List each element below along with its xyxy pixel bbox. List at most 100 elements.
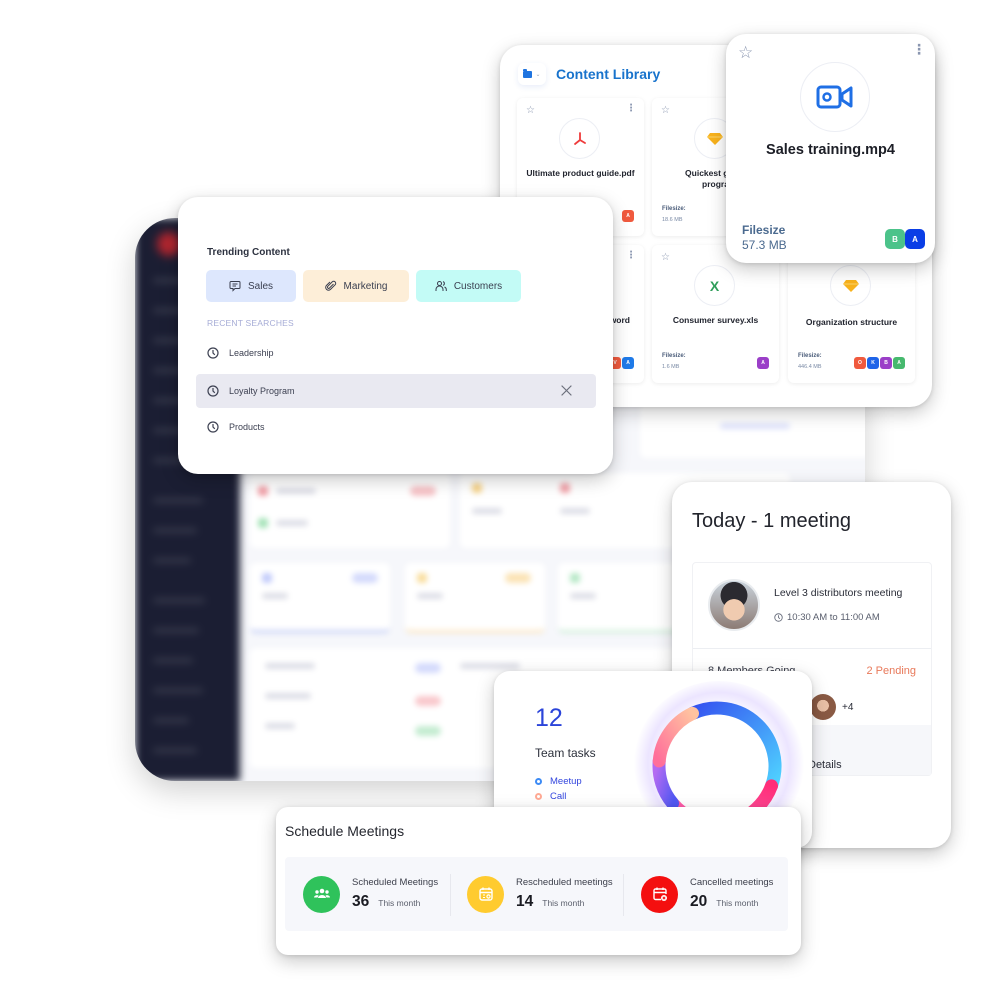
avatar-badge: B xyxy=(885,229,905,249)
recent-search-item[interactable]: Products xyxy=(196,410,596,444)
file-icon-container xyxy=(800,62,870,132)
clock-icon xyxy=(207,385,219,397)
paperclip-icon xyxy=(324,280,336,291)
stat-period: This month xyxy=(542,898,585,908)
filesize-value: 18.6 MB xyxy=(662,217,683,223)
legend-label: Meetup xyxy=(550,776,582,787)
stat-label: Scheduled Meetings xyxy=(352,877,439,888)
chip-label: Customers xyxy=(453,280,503,292)
task-count: 12 xyxy=(535,704,563,732)
close-icon[interactable] xyxy=(560,384,573,397)
more-vertical-icon[interactable]: ⋮ xyxy=(626,251,636,261)
video-camera-icon xyxy=(816,85,853,109)
schedule-title: Schedule Meetings xyxy=(285,823,405,839)
search-suggestions-panel: Trending Content Sales Marketing Custome… xyxy=(178,197,613,474)
stat-period: This month xyxy=(378,898,421,908)
file-icon-container xyxy=(830,265,871,306)
star-icon[interactable]: ☆ xyxy=(661,252,670,263)
recent-search-label: Products xyxy=(229,422,265,432)
chat-icon xyxy=(229,281,241,292)
file-icon-container xyxy=(559,118,600,159)
star-icon[interactable]: ☆ xyxy=(738,43,753,63)
meeting-time-text: 10:30 AM to 11:00 AM xyxy=(787,612,880,623)
stat-scheduled: Scheduled Meetings 36 This month xyxy=(303,857,438,931)
featured-file-card[interactable]: ☆ ⋮ Sales training.mp4 Filesize 57.3 MB … xyxy=(726,34,935,263)
calendar-cancel-icon xyxy=(652,887,667,901)
member-avatar xyxy=(810,694,836,720)
file-card[interactable]: ☆ X Consumer survey.xls Filesize: 1.6 MB… xyxy=(652,245,779,383)
today-title: Today - 1 meeting xyxy=(692,510,851,532)
star-icon[interactable]: ☆ xyxy=(661,105,670,116)
file-name: Ultimate product guide.pdf xyxy=(526,168,635,178)
recent-searches-heading: RECENT SEARCHES xyxy=(207,318,294,328)
stat-period: This month xyxy=(716,898,759,908)
clock-icon xyxy=(207,347,219,359)
stat-label: Cancelled meetings xyxy=(690,877,774,888)
chip-label: Marketing xyxy=(343,280,388,292)
divider xyxy=(693,648,931,649)
details-link[interactable]: Details xyxy=(808,759,842,771)
stat-rescheduled: Rescheduled meetings 14 This month xyxy=(467,857,613,931)
avatar-badge: A xyxy=(622,210,634,222)
file-card[interactable]: Organization structure Filesize: 446.4 M… xyxy=(788,245,915,383)
filesize-value: 446.4 MB xyxy=(798,364,822,370)
chip-customers[interactable]: Customers xyxy=(416,270,521,302)
avatar-badge: A xyxy=(893,357,905,369)
donut-segment-meetup xyxy=(685,701,782,793)
stats-panel: Scheduled Meetings 36 This month Reschedu… xyxy=(285,857,788,931)
chevron-down-icon: ⌄ xyxy=(535,71,541,78)
file-name: Organization structure xyxy=(805,317,898,327)
sketch-icon xyxy=(706,132,723,145)
stat-icon-circle xyxy=(467,875,504,913)
chip-marketing[interactable]: Marketing xyxy=(303,270,409,302)
meeting-title: Level 3 distributors meeting xyxy=(774,587,903,599)
donut-segment-email xyxy=(652,754,680,810)
avatar-badge: A xyxy=(622,357,634,369)
collaborator-badges: A xyxy=(757,357,769,369)
file-name: Consumer survey.xls xyxy=(672,315,759,325)
donut-segment-call xyxy=(652,706,699,768)
filesize-value: 57.3 MB xyxy=(742,238,787,252)
divider xyxy=(623,874,624,916)
users-icon xyxy=(435,281,447,291)
clock-icon xyxy=(207,421,219,433)
recent-search-label: Loyalty Program xyxy=(229,386,295,396)
recent-search-label: Leadership xyxy=(229,348,274,358)
collaborator-badges: O K B A xyxy=(854,357,905,369)
chip-sales[interactable]: Sales xyxy=(206,270,296,302)
sketch-icon xyxy=(842,279,859,292)
stat-value: 14 xyxy=(516,893,534,910)
filesize-value: 1.6 MB xyxy=(662,364,680,370)
legend-label: Call xyxy=(550,791,567,802)
file-icon-container: X xyxy=(694,265,735,306)
legend-dot xyxy=(535,793,542,800)
recent-search-item[interactable]: Leadership xyxy=(196,336,596,370)
legend-item: Meetup xyxy=(535,774,636,789)
stat-value: 36 xyxy=(352,893,370,910)
calendar-icon xyxy=(478,887,493,901)
people-icon xyxy=(313,888,330,898)
stat-label: Rescheduled meetings xyxy=(516,877,613,888)
library-header: ⌄ Content Library xyxy=(518,63,660,85)
schedule-meetings-card: Schedule Meetings Scheduled Meetings 36 T… xyxy=(276,807,801,955)
collaborator-badges: A xyxy=(622,210,634,222)
trending-heading: Trending Content xyxy=(207,247,290,258)
filesize-label: Filesize: xyxy=(798,353,822,359)
avatar-badge: A xyxy=(757,357,769,369)
folder-icon xyxy=(523,68,533,78)
filesize-label: Filesize: xyxy=(662,353,686,359)
pdf-icon xyxy=(573,131,586,145)
chip-label: Sales xyxy=(247,280,273,292)
folder-dropdown[interactable]: ⌄ xyxy=(518,63,546,85)
filesize-label: Filesize xyxy=(742,223,786,237)
pending-count: 2 Pending xyxy=(866,665,916,677)
stat-icon-circle xyxy=(303,875,340,913)
recent-search-item[interactable]: Loyalty Program xyxy=(196,374,596,408)
task-label: Team tasks xyxy=(535,746,596,760)
star-icon[interactable]: ☆ xyxy=(526,105,535,116)
more-vertical-icon[interactable]: ⋮ xyxy=(912,42,926,56)
stat-cancelled: Cancelled meetings 20 This month xyxy=(641,857,773,931)
legend-item: Call xyxy=(535,789,636,804)
more-vertical-icon[interactable]: ⋮ xyxy=(626,104,636,114)
clock-icon xyxy=(774,613,783,622)
